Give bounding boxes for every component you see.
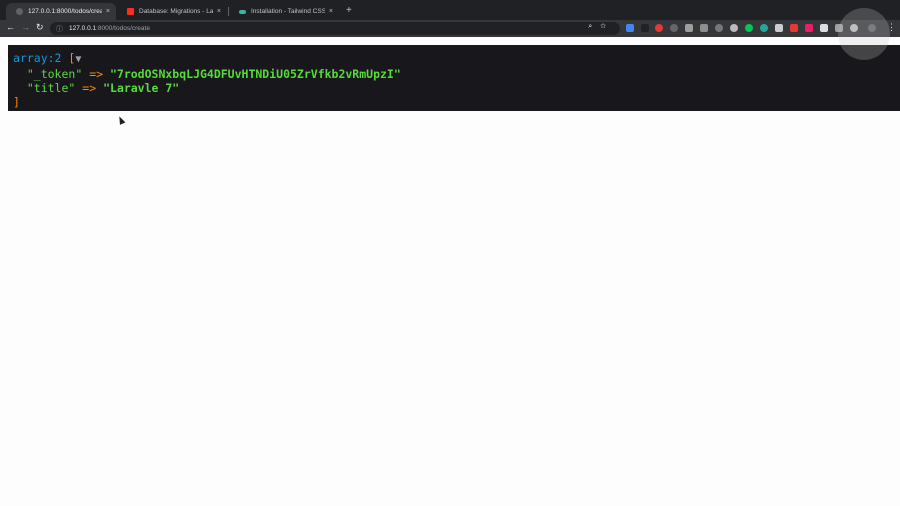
tab-title: 127.0.0.1:8000/todos/create [28,8,102,15]
new-tab-button[interactable]: + [346,5,352,16]
info-icon[interactable]: ⓘ [56,24,63,34]
extension-icon[interactable] [626,24,634,32]
collapse-toggle-icon[interactable]: ▼ [75,54,81,65]
extension-icon[interactable] [700,24,708,32]
browser-tab-strip: 127.0.0.1:8000/todos/create × Database: … [0,0,900,20]
extension-icon[interactable] [670,24,678,32]
page-top-spacer [0,37,900,45]
extension-icon[interactable] [790,24,798,32]
dump-footer-line: ] [13,95,895,109]
mouse-cursor-icon [116,115,126,125]
extension-icon[interactable] [730,24,738,32]
close-tab-icon[interactable]: × [329,8,333,15]
extension-icon[interactable] [760,24,768,32]
dump-arrow: => [89,67,104,81]
tailwind-icon [239,9,246,14]
extension-icon[interactable] [775,24,783,32]
watermark-logo [838,8,890,60]
browser-toolbar: ← → ↻ ⓘ 127.0.0.1:8000/todos/create ⌕☆ ⋮ [0,20,900,37]
extension-icon[interactable] [715,24,723,32]
extension-icon[interactable] [641,24,649,32]
extension-icon[interactable] [805,24,813,32]
laravel-icon [127,8,134,15]
address-bar[interactable]: ⓘ 127.0.0.1:8000/todos/create ⌕☆ [50,22,620,35]
dump-key: "title" [26,81,76,95]
dump-key: "_token" [26,67,83,81]
dump-header-line: array:2 [▼ [13,51,895,67]
tab-todos-create[interactable]: 127.0.0.1:8000/todos/create × [6,3,116,20]
extension-icon[interactable] [655,24,663,32]
dump-entry-token: "_token" => "7rodOSNxbqLJG4DFUvHTNDiU05Z… [13,67,895,81]
star-icon[interactable]: ☆ [600,23,614,30]
forward-button[interactable]: → [21,22,30,32]
dump-entry-title: "title" => "Laravle 7" [13,81,895,95]
tab-title: Database: Migrations - Laravel - [139,8,213,15]
tab-laravel-migrations[interactable]: Database: Migrations - Laravel - × [117,3,227,20]
globe-icon [16,8,23,15]
back-button[interactable]: ← [6,22,15,32]
close-bracket: ] [13,95,20,109]
tab-title: Installation - Tailwind CSS [251,8,325,15]
url-host: 127.0.0.1 [69,25,97,32]
var-dump-output: array:2 [▼ "_token" => "7rodOSNxbqLJG4DF… [8,45,900,111]
array-type-label: array:2 [13,51,62,65]
url-path: :8000/todos/create [96,25,150,32]
omnibox-actions: ⌕☆ [588,23,614,31]
extension-icon[interactable] [745,24,753,32]
close-tab-icon[interactable]: × [217,8,221,15]
dump-value: "Laravle 7" [103,81,180,95]
dump-arrow: => [82,81,97,95]
zoom-icon[interactable]: ⌕ [588,23,600,30]
extension-icon[interactable] [685,24,693,32]
extension-icon[interactable] [820,24,828,32]
dump-value: "7rodOSNxbqLJG4DFUvHTNDiU05ZrVfkb2vRmUpz… [109,67,401,81]
reload-button[interactable]: ↻ [36,22,44,33]
tab-tailwind-installation[interactable]: Installation - Tailwind CSS × [229,3,339,20]
close-tab-icon[interactable]: × [106,8,110,15]
